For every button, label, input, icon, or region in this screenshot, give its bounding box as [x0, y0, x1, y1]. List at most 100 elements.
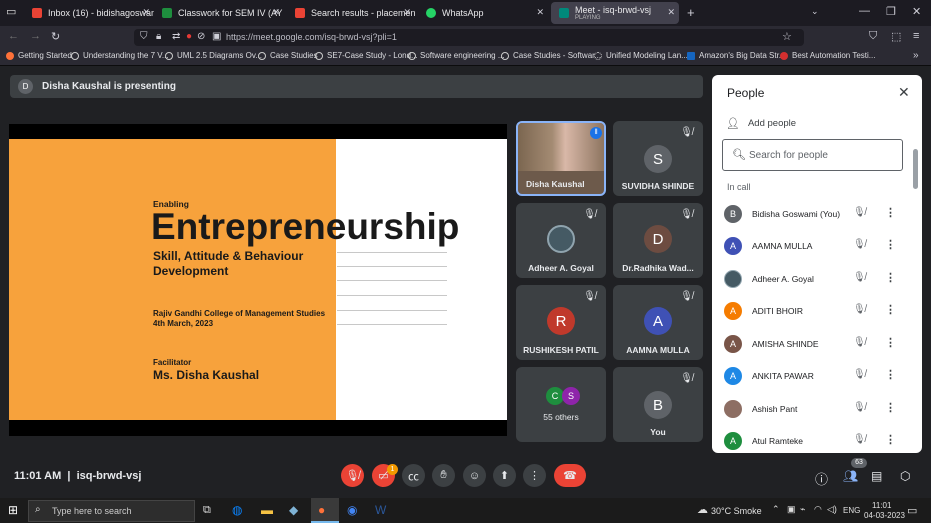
tab-search-results[interactable]: Search results - placement@ ✕ — [287, 2, 415, 24]
bookmark-item[interactable]: Unified Modeling Lan... — [594, 51, 688, 60]
people-list-item[interactable]: A ADITI BHOIR 🎙︎̸ ⋮ — [722, 294, 907, 324]
people-list-item[interactable]: Adheer A. Goyal 🎙︎̸ ⋮ — [722, 262, 907, 292]
bookmark-star-icon[interactable]: ☆ — [782, 30, 792, 43]
tray-expand-icon[interactable]: ⌃ — [772, 504, 780, 515]
participant-tile[interactable]: 🎙︎̸ A AAMNA MULLA — [613, 285, 703, 360]
close-icon[interactable]: ✕ — [536, 7, 544, 18]
firefox-view-icon[interactable]: ▭ — [6, 5, 16, 18]
mic-off-icon[interactable]: 🎙︎̸ — [853, 272, 866, 283]
leave-call-button[interactable]: ☎︎ — [554, 464, 586, 487]
more-options-icon[interactable]: ⋮ — [885, 206, 896, 219]
language-indicator[interactable]: ENG — [843, 506, 860, 515]
reload-icon[interactable]: ↻ — [51, 30, 60, 43]
clock-date[interactable]: 04-03-2023 — [864, 511, 905, 520]
app-icon[interactable]: ◆ — [289, 503, 298, 517]
shield-icon[interactable]: ⛉ — [140, 31, 148, 42]
more-options-icon[interactable]: ⋮ — [885, 433, 896, 446]
volume-icon[interactable]: ◁) — [827, 504, 837, 515]
windows-start-icon[interactable]: ⊞ — [8, 503, 18, 517]
mic-off-icon[interactable]: 🎙︎̸ — [853, 304, 866, 315]
close-icon[interactable]: ✕ — [142, 7, 150, 18]
people-list-item[interactable]: A ANKITA PAWAR 🎙︎̸ ⋮ — [722, 359, 907, 389]
scrollbar[interactable] — [912, 139, 918, 449]
close-icon[interactable]: ✕ — [272, 7, 280, 18]
activities-icon[interactable]: ⬡ — [900, 469, 910, 483]
add-people-button[interactable]: 👤︎ Add people — [726, 117, 796, 130]
minimize-icon[interactable]: — — [859, 5, 870, 17]
extensions-icon[interactable]: ⬚ — [891, 30, 901, 43]
participant-tile[interactable]: 🎙︎̸ D Dr.Radhika Wad... — [613, 203, 703, 278]
bookmark-item[interactable]: Best Automation Testi... — [780, 51, 875, 60]
close-icon[interactable]: ✕ — [667, 7, 675, 18]
back-icon[interactable]: ← — [8, 30, 19, 42]
participant-tile[interactable]: ⦀ Disha Kaushal — [516, 121, 606, 196]
close-icon[interactable]: ✕ — [403, 7, 411, 18]
window-close-icon[interactable]: ✕ — [912, 5, 921, 18]
notifications-icon[interactable]: ▭ — [907, 504, 917, 517]
participant-tile[interactable]: 🎙︎̸ Adheer A. Goyal — [516, 203, 606, 278]
people-list-item[interactable]: A AAMNA MULLA 🎙︎̸ ⋮ — [722, 229, 907, 259]
edge-icon[interactable]: ◍ — [232, 503, 242, 517]
close-icon[interactable]: ✕ — [898, 84, 910, 101]
bookmark-item[interactable]: UML 2.5 Diagrams Ov... — [165, 51, 262, 60]
bookmark-item[interactable]: SE7-Case Study - Lond... — [315, 51, 418, 60]
screen-share-icon[interactable]: ▣ — [212, 31, 221, 42]
menu-icon[interactable]: ≡ — [913, 30, 919, 42]
captions-button[interactable]: ㏄ — [402, 464, 425, 487]
people-list-item[interactable]: B Bidisha Goswami (You) 🎙︎̸ ⋮ — [722, 197, 907, 227]
others-tile[interactable]: C S 55 others — [516, 367, 606, 442]
people-list-item[interactable]: Ashish Pant 🎙︎̸ ⋮ — [722, 392, 907, 422]
pocket-icon[interactable]: ⛉ — [869, 30, 877, 43]
chrome-icon[interactable]: ◉ — [347, 503, 357, 517]
tab-classroom[interactable]: Classwork for SEM IV (AY 22-23 ✕ — [154, 2, 284, 24]
more-options-icon[interactable]: ⋮ — [885, 238, 896, 251]
file-explorer-icon[interactable]: ▬ — [261, 503, 273, 517]
more-options-icon[interactable]: ⋮ — [885, 271, 896, 284]
clock-time[interactable]: 11:01 — [872, 501, 891, 510]
mic-active-icon[interactable]: ● — [186, 31, 192, 42]
present-button[interactable]: ⬆ — [493, 464, 516, 487]
meeting-details-icon[interactable]: ⓘ — [815, 469, 828, 488]
raise-hand-button[interactable]: ✋︎ — [432, 464, 455, 487]
more-options-icon[interactable]: ⋮ — [885, 336, 896, 349]
reactions-button[interactable]: ☺ — [463, 464, 486, 487]
scrollbar-thumb[interactable] — [913, 149, 918, 189]
more-options-icon[interactable]: ⋮ — [885, 401, 896, 414]
mic-off-icon[interactable]: 🎙︎̸ — [853, 207, 866, 218]
participant-tile[interactable]: 🎙︎̸ S SUVIDHA SHINDE — [613, 121, 703, 196]
mic-toggle-button[interactable]: 🎙︎̸ — [341, 464, 364, 487]
people-list-item[interactable]: A Atul Ramteke 🎙︎̸ ⋮ — [722, 424, 907, 454]
network-icon[interactable]: ⌁ — [800, 504, 805, 515]
chevron-down-icon[interactable]: ⌄ — [811, 6, 819, 17]
more-options-icon[interactable]: ⋮ — [885, 303, 896, 316]
mic-off-icon[interactable]: 🎙︎̸ — [853, 337, 866, 348]
people-list-item[interactable]: A AMISHA SHINDE 🎙︎̸ ⋮ — [722, 327, 907, 357]
tab-gmail-inbox[interactable]: Inbox (16) - bidishagoswami@ ✕ — [24, 2, 154, 24]
tray-icon[interactable]: ▣ — [787, 504, 796, 515]
task-view-icon[interactable]: ⧉ — [203, 504, 211, 517]
permissions-icon[interactable]: ⇄ — [172, 31, 180, 42]
weather-icon[interactable]: ☁ — [697, 503, 708, 516]
more-bookmarks-icon[interactable]: » — [913, 50, 919, 61]
participant-tile[interactable]: 🎙︎̸ R RUSHIKESH PATIL — [516, 285, 606, 360]
more-options-button[interactable]: ⋮ — [523, 464, 546, 487]
tab-whatsapp[interactable]: WhatsApp ✕ — [418, 2, 548, 24]
bookmark-item[interactable]: Case Studies — [258, 51, 318, 60]
mic-off-icon[interactable]: 🎙︎̸ — [853, 434, 866, 445]
wifi-icon[interactable]: ◠ — [814, 504, 822, 515]
lock-icon[interactable]: 🔒︎ — [156, 31, 161, 42]
maximize-icon[interactable]: ❐ — [886, 5, 896, 18]
self-tile[interactable]: 🎙︎̸ B You — [613, 367, 703, 442]
mic-off-icon[interactable]: 🎙︎̸ — [853, 402, 866, 413]
bookmark-item[interactable]: Understanding the 7 V... — [71, 51, 169, 60]
bookmark-item[interactable]: Getting Started — [6, 51, 72, 60]
mic-off-icon[interactable]: 🎙︎̸ — [853, 369, 866, 380]
weather-text[interactable]: 30°C Smoke — [711, 506, 762, 516]
camera-off-icon[interactable]: ⊘ — [197, 31, 205, 42]
bookmark-item[interactable]: Amazon's Big Data Str... — [687, 51, 785, 60]
forward-icon[interactable]: → — [30, 30, 41, 42]
bookmark-item[interactable]: Software engineering ... — [408, 51, 505, 60]
new-tab-icon[interactable]: + — [687, 5, 695, 20]
word-icon[interactable]: W — [375, 503, 386, 517]
more-options-icon[interactable]: ⋮ — [885, 368, 896, 381]
